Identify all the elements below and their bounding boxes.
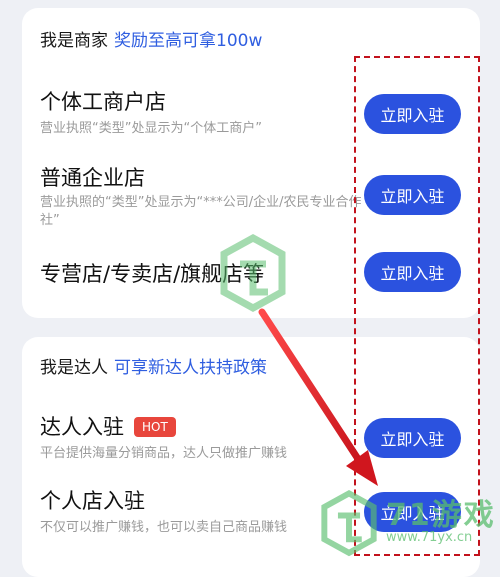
row-title-individual-store: 个体工商户店 bbox=[40, 90, 166, 114]
creator-title-text: 达人入驻 bbox=[40, 415, 124, 439]
row-desc-personal-store: 不仅可以推广赚钱，也可以卖自己商品赚钱 bbox=[40, 520, 288, 535]
join-button-enterprise-store[interactable]: 立即入驻 bbox=[364, 175, 461, 215]
creator-header-highlight: 可享新达人扶持政策 bbox=[114, 358, 267, 378]
join-button-brand-store[interactable]: 立即入驻 bbox=[364, 252, 461, 292]
hot-badge: HOT bbox=[134, 417, 176, 437]
merchant-header-label: 我是商家 bbox=[40, 31, 108, 51]
row-desc-individual-store: 营业执照“类型”处显示为“个体工商户” bbox=[40, 121, 262, 136]
row-desc-enterprise-store: 营业执照的“类型”处显示为“***公司/企业/农民专业合作社” bbox=[40, 195, 362, 228]
row-title-brand-store: 专营店/专卖店/旗舰店等 bbox=[40, 262, 265, 286]
creator-header: 我是达人 可享新达人扶持政策 bbox=[40, 353, 267, 378]
join-button-personal-store[interactable]: 立即入驻 bbox=[364, 492, 461, 532]
row-title-enterprise-store: 普通企业店 bbox=[40, 166, 145, 190]
row-title-creator: 达人入驻 HOT bbox=[40, 411, 176, 441]
row-title-personal-store: 个人店入驻 bbox=[40, 489, 145, 513]
join-button-creator[interactable]: 立即入驻 bbox=[364, 418, 461, 458]
creator-header-label: 我是达人 bbox=[40, 358, 108, 378]
merchant-header: 我是商家 奖励至高可拿100w bbox=[40, 26, 262, 51]
row-desc-creator: 平台提供海量分销商品，达人只做推广赚钱 bbox=[40, 446, 288, 461]
join-button-individual-store[interactable]: 立即入驻 bbox=[364, 94, 461, 134]
merchant-header-highlight: 奖励至高可拿100w bbox=[114, 31, 263, 51]
